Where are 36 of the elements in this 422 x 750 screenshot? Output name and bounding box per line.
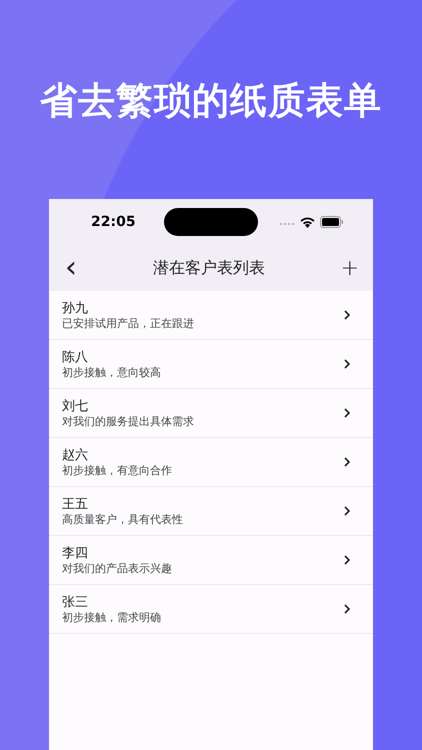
customer-note: 已安排试用产品，正在跟进	[62, 316, 194, 330]
customer-name: 赵六	[62, 446, 89, 464]
customer-row[interactable]: 张三 初步接触，需求明确	[49, 585, 373, 634]
customer-row[interactable]: 刘七 对我们的服务提出具体需求	[49, 389, 373, 438]
customer-row[interactable]: 陈八 初步接触，意向较高	[49, 340, 373, 389]
customer-row[interactable]: 王五 高质量客户，具有代表性	[49, 487, 373, 536]
battery-icon	[320, 216, 344, 228]
customer-name: 刘七	[62, 398, 89, 414]
chevron-icon	[344, 555, 350, 565]
customer-note: 对我们的服务提出具体需求	[62, 414, 194, 428]
chevron-icon	[344, 457, 350, 467]
customer-row[interactable]: 孙九 已安排试用产品，正在跟进	[49, 291, 373, 340]
customer-name: 王五	[62, 496, 89, 512]
chevron-icon	[344, 506, 350, 516]
status-time: 22:05	[91, 214, 137, 230]
customer-name: 孙九	[62, 300, 89, 316]
headline: 省去繁琐的纸质表单	[40, 78, 382, 124]
add-button[interactable]: +	[336, 256, 363, 280]
signal-icon	[279, 222, 295, 226]
customer-name: 李四	[62, 544, 89, 562]
customer-note: 初步接触，有意向合作	[62, 464, 172, 478]
customer-name: 张三	[62, 594, 89, 610]
back-button[interactable]: ‹	[61, 253, 81, 283]
chevron-icon	[344, 408, 350, 418]
customer-row[interactable]: 李四 对我们的产品表示兴趣	[49, 536, 373, 585]
customer-note: 高质量客户，具有代表性	[62, 512, 183, 526]
wifi-icon	[300, 216, 315, 228]
customer-note: 初步接触，需求明确	[62, 610, 161, 624]
customer-note: 初步接触，意向较高	[62, 366, 161, 380]
chevron-icon	[344, 310, 350, 320]
customer-name: 陈八	[62, 348, 89, 366]
customer-row[interactable]: 赵六 初步接触，有意向合作	[49, 438, 373, 487]
customer-note: 对我们的产品表示兴趣	[62, 562, 172, 576]
chevron-icon	[344, 604, 350, 614]
chevron-icon	[344, 359, 350, 369]
screen-title: 潜在客户表列表	[152, 258, 265, 278]
